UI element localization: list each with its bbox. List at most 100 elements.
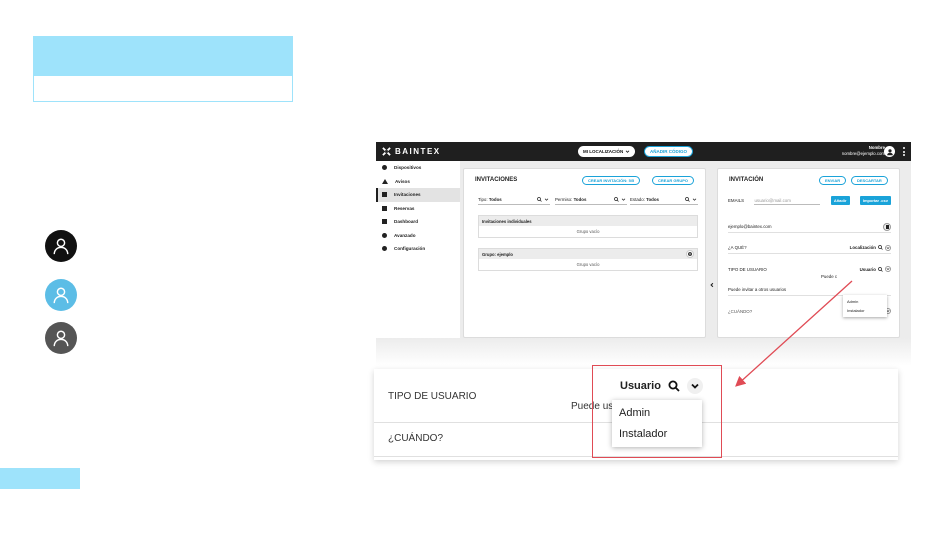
sidebar-item-dashboard[interactable]: Dashboard bbox=[376, 215, 460, 229]
add-email-button[interactable]: Añadir bbox=[830, 196, 850, 205]
more-menu-icon[interactable] bbox=[903, 147, 905, 156]
what-label: ¿A QUÉ? bbox=[728, 245, 747, 250]
sidebar-item-label: Avanzado bbox=[394, 232, 416, 238]
group-header: Invitaciones individuales bbox=[479, 216, 697, 226]
search-icon bbox=[878, 245, 883, 250]
import-csv-button[interactable]: Importar .csv bbox=[859, 196, 891, 205]
state-filter[interactable]: Estado: Todos bbox=[630, 195, 698, 205]
chevron-down-icon bbox=[625, 150, 630, 153]
invitations-panel: INVITACIONES CREAR INVITACIÓN: 5/5 CREAR… bbox=[463, 168, 706, 338]
zoom-user-type-label: TIPO DE USUARIO bbox=[388, 391, 477, 402]
type-filter-label: Tipo: bbox=[478, 197, 488, 202]
state-filter-label: Estado: bbox=[630, 197, 645, 202]
email-item-text: ejemplo@baintex.com bbox=[728, 224, 772, 229]
user-avatar-grey bbox=[45, 322, 77, 354]
delete-email-button[interactable] bbox=[883, 222, 891, 231]
highlight-box bbox=[592, 365, 722, 458]
sidebar-item-label: Dashboard bbox=[394, 219, 418, 225]
warning-icon bbox=[382, 178, 388, 184]
device-icon bbox=[382, 165, 387, 171]
what-value: Localización bbox=[849, 245, 876, 250]
send-button[interactable]: ENVIAR bbox=[819, 176, 847, 185]
screenshot-fade bbox=[376, 338, 911, 366]
invitations-title: INVITACIONES bbox=[475, 177, 518, 183]
calendar-icon bbox=[382, 205, 387, 211]
sidebar: Dispositivos Avisos Invitaciones Reservas Da… bbox=[376, 161, 460, 338]
user-type-row: TIPO DE USUARIO Usuario bbox=[728, 263, 891, 275]
user-type-dropdown: Admin Instalador bbox=[843, 295, 887, 317]
trash-icon bbox=[885, 224, 889, 229]
top-bar: BAINTEX MI LOCALIZACIÓN AÑADIR CÓDIGO No… bbox=[376, 142, 911, 161]
user-type-selector[interactable]: Usuario bbox=[860, 266, 891, 272]
group-header: Grupo: ejemplo bbox=[479, 249, 697, 259]
permission-filter-value: Todos bbox=[573, 197, 587, 202]
advanced-icon bbox=[382, 232, 387, 238]
sidebar-item-label: Configuración bbox=[394, 246, 426, 252]
search-icon bbox=[537, 197, 542, 202]
user-type-label: TIPO DE USUARIO bbox=[728, 266, 767, 272]
when-label: ¿CUÁNDO? bbox=[728, 308, 753, 314]
create-group-button[interactable]: CREAR GRUPO bbox=[652, 176, 695, 185]
example-group: Grupo: ejemplo Grupo vacío bbox=[478, 248, 698, 271]
user-avatar-dark bbox=[45, 230, 77, 262]
chevron-down-icon bbox=[621, 198, 626, 201]
invitation-title: INVITACIÓN bbox=[729, 177, 764, 183]
sidebar-item-avanzado[interactable]: Avanzado bbox=[376, 229, 460, 243]
collapse-panel-button[interactable] bbox=[707, 278, 716, 291]
type-filter-value: Todos bbox=[488, 197, 502, 202]
user-icon bbox=[53, 287, 69, 304]
slide: BAINTEX MI LOCALIZACIÓN AÑADIR CÓDIGO No… bbox=[0, 0, 950, 534]
sidebar-item-invitaciones[interactable]: Invitaciones bbox=[376, 188, 460, 202]
permission-filter[interactable]: Permiso: Todos bbox=[555, 195, 627, 205]
dropdown-option-installer[interactable]: Instalador bbox=[843, 306, 887, 315]
brand-logo: BAINTEX bbox=[382, 147, 441, 156]
emails-row: EMAILS usuario@mail.com Añadir Importar … bbox=[728, 195, 891, 206]
sidebar-item-label: Invitaciones bbox=[394, 192, 421, 198]
add-code-button[interactable]: AÑADIR CÓDIGO bbox=[644, 146, 693, 157]
group-empty-text: Grupo vacío bbox=[576, 229, 600, 234]
brand-name: BAINTEX bbox=[395, 147, 441, 156]
group-settings-button[interactable] bbox=[686, 250, 694, 258]
group-name: Grupo: ejemplo bbox=[482, 251, 513, 257]
sidebar-item-label: Dispositivos bbox=[394, 165, 422, 171]
dropdown-option-admin[interactable]: Admin bbox=[843, 297, 887, 306]
app-screenshot: BAINTEX MI LOCALIZACIÓN AÑADIR CÓDIGO No… bbox=[376, 142, 911, 338]
permission-filter-label: Permiso: bbox=[555, 197, 573, 202]
can-text: Puede c bbox=[821, 274, 838, 279]
email-item: ejemplo@baintex.com bbox=[728, 221, 891, 233]
user-avatar-blue bbox=[45, 279, 77, 311]
dashboard-icon bbox=[382, 219, 387, 225]
user-email: nombre@ejemplo.com bbox=[841, 151, 885, 156]
footer-strip-decoration bbox=[0, 468, 80, 489]
what-row: ¿A QUÉ? Localización bbox=[728, 242, 891, 254]
user-icon bbox=[53, 238, 69, 255]
emails-label: EMAILS bbox=[728, 198, 745, 203]
sidebar-item-avisos[interactable]: Avisos bbox=[376, 175, 460, 189]
create-invitation-button[interactable]: CREAR INVITACIÓN: 5/5 bbox=[582, 176, 641, 185]
brand-x-icon bbox=[382, 147, 391, 156]
sidebar-item-reservas[interactable]: Reservas bbox=[376, 202, 460, 216]
chevron-down-icon bbox=[544, 198, 549, 201]
type-filter[interactable]: Tipo: Todos bbox=[478, 195, 550, 205]
search-icon bbox=[614, 197, 619, 202]
sidebar-item-dispositivos[interactable]: Dispositivos bbox=[376, 161, 460, 175]
sidebar-item-label: Reservas bbox=[394, 205, 415, 211]
email-input[interactable]: usuario@mail.com bbox=[754, 196, 821, 205]
user-icon bbox=[53, 330, 69, 347]
search-icon bbox=[685, 197, 690, 202]
what-selector[interactable]: Localización bbox=[849, 244, 891, 251]
chevron-down-icon bbox=[885, 244, 891, 251]
search-icon bbox=[878, 266, 883, 272]
location-selector[interactable]: MI LOCALIZACIÓN bbox=[578, 146, 636, 157]
invite-text: Puede invitar a otros usuarios bbox=[728, 287, 787, 292]
header-bar-decoration bbox=[33, 36, 293, 75]
account-button[interactable] bbox=[884, 146, 895, 157]
people-icon bbox=[382, 192, 387, 198]
chevron-down-icon bbox=[692, 198, 697, 201]
gear-icon bbox=[688, 252, 692, 256]
chevron-left-icon bbox=[709, 282, 713, 287]
invitation-panel: INVITACIÓN ENVIAR DESCARTAR EMAILS usuar… bbox=[717, 168, 900, 338]
discard-button[interactable]: DESCARTAR bbox=[851, 176, 888, 185]
sidebar-item-configuracion[interactable]: Configuración bbox=[376, 242, 460, 256]
user-info: Nombre nombre@ejemplo.com bbox=[842, 145, 885, 157]
